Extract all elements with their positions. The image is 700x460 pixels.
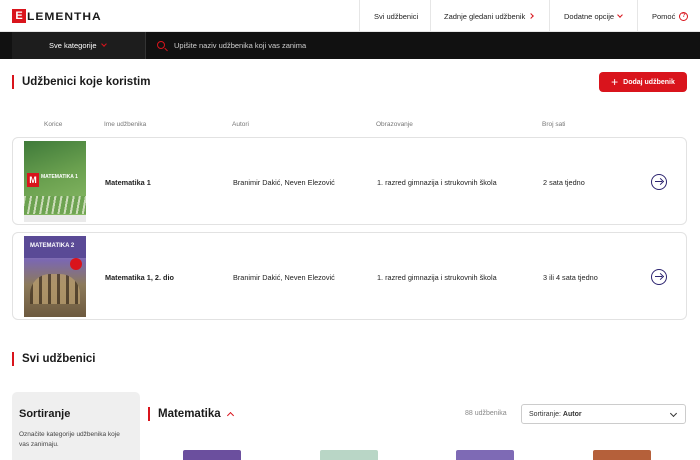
- chevron-right-icon: [528, 13, 535, 19]
- book-thumbnail[interactable]: [593, 450, 651, 460]
- category-dropdown-label: Sve kategorije: [49, 41, 97, 50]
- nav-more-options-label: Dodatne opcije: [564, 11, 615, 21]
- logo-mark: E: [12, 9, 26, 23]
- chevron-down-icon: [669, 409, 678, 418]
- cover-footer: [24, 215, 86, 222]
- category-dropdown[interactable]: Sve kategorije: [12, 32, 146, 59]
- cover-letter: M: [27, 173, 39, 187]
- plus-icon: +: [611, 75, 619, 89]
- sort-panel-description: Označite kategorije udžbenika koje vas z…: [19, 431, 120, 448]
- help-icon: ?: [679, 11, 689, 21]
- sort-panel-heading: Sortiranje: [19, 408, 71, 420]
- book-hours: 3 ili 4 sata tjedno: [543, 273, 598, 282]
- cover-badge: [70, 258, 82, 270]
- sort-panel: Sortiranje Označite kategorije udžbenika…: [12, 392, 140, 460]
- column-header-cover: Korice: [44, 121, 63, 128]
- nav-last-viewed[interactable]: Zadnje gledani udžbenik: [430, 0, 549, 32]
- chevron-down-icon: [617, 11, 623, 18]
- section-title-text: Udžbenici koje koristim: [22, 76, 151, 88]
- nav-help-label: Pomoć: [652, 11, 676, 21]
- section-accent-bar: [12, 75, 14, 89]
- chevron-down-icon: [100, 41, 107, 47]
- sort-select-value: Autor: [562, 410, 582, 418]
- search-bar: Sve kategorije: [0, 32, 700, 59]
- book-thumbnail[interactable]: [456, 450, 514, 460]
- nav-all-books-label: Svi udžbenici: [374, 11, 419, 21]
- book-thumbnail[interactable]: [183, 450, 241, 460]
- nav-last-viewed-label: Zadnje gledani udžbenik: [444, 11, 526, 21]
- search-input[interactable]: [174, 38, 674, 53]
- cover-graphic: [24, 196, 86, 214]
- book-title: Matematika 1: [105, 178, 151, 187]
- add-book-button[interactable]: + Dodaj udžbenik: [599, 72, 687, 92]
- main-nav: Svi udžbenici Zadnje gledani udžbenik Do…: [359, 0, 700, 32]
- logo-text: LEMENTHA: [27, 9, 102, 23]
- book-authors: Branimir Dakić, Neven Elezović: [233, 178, 335, 187]
- book-education: 1. razred gimnazija i strukovnih škola: [377, 178, 497, 187]
- book-cover: M MATEMATIKA 1: [24, 141, 86, 222]
- top-header: E LEMENTHA Svi udžbenici Zadnje gledani …: [0, 0, 700, 32]
- section-accent-bar: [148, 407, 150, 421]
- column-header-name: Ime udžbenika: [104, 121, 147, 128]
- category-title: Matematika: [158, 408, 221, 420]
- section-title-text: Svi udžbenici: [22, 353, 96, 365]
- book-title: Matematika 1, 2. dio: [105, 273, 174, 282]
- section-title-my-books: Udžbenici koje koristim: [12, 75, 150, 89]
- column-header-hours: Broj sati: [542, 121, 566, 128]
- category-toggle[interactable]: Matematika: [148, 407, 234, 421]
- table-row[interactable]: MATEMATIKA 2 Matematika 1, 2. dio Branim…: [12, 232, 687, 320]
- book-count: 88 udžbenika: [465, 410, 507, 417]
- column-header-authors: Autori: [232, 121, 249, 128]
- nav-help[interactable]: Pomoć ?: [637, 0, 700, 32]
- chevron-up-icon: [226, 411, 234, 420]
- logo[interactable]: E LEMENTHA: [12, 9, 102, 23]
- nav-all-books[interactable]: Svi udžbenici: [359, 0, 430, 32]
- nav-more-options[interactable]: Dodatne opcije: [549, 0, 637, 32]
- sort-select-label: Sortiranje:: [529, 410, 561, 418]
- column-header-education: Obrazovanje: [376, 121, 413, 128]
- book-education: 1. razred gimnazija i strukovnih škola: [377, 273, 497, 282]
- book-thumbnail[interactable]: [320, 450, 378, 460]
- sort-select[interactable]: Sortiranje: Autor: [521, 404, 686, 424]
- cover-title: MATEMATIKA 1: [41, 174, 78, 180]
- arrow-right-circle-icon[interactable]: [651, 269, 667, 285]
- section-title-all-books: Svi udžbenici: [12, 352, 96, 366]
- book-cover: MATEMATIKA 2: [24, 236, 86, 317]
- cover-title: MATEMATIKA 2: [30, 243, 75, 249]
- search-icon: [157, 41, 165, 49]
- book-hours: 2 sata tjedno: [543, 178, 585, 187]
- table-row[interactable]: M MATEMATIKA 1 Matematika 1 Branimir Dak…: [12, 137, 687, 225]
- book-authors: Branimir Dakić, Neven Elezović: [233, 273, 335, 282]
- arrow-right-circle-icon[interactable]: [651, 174, 667, 190]
- section-accent-bar: [12, 352, 14, 366]
- cover-graphic: [30, 274, 80, 304]
- add-book-label: Dodaj udžbenik: [623, 78, 675, 86]
